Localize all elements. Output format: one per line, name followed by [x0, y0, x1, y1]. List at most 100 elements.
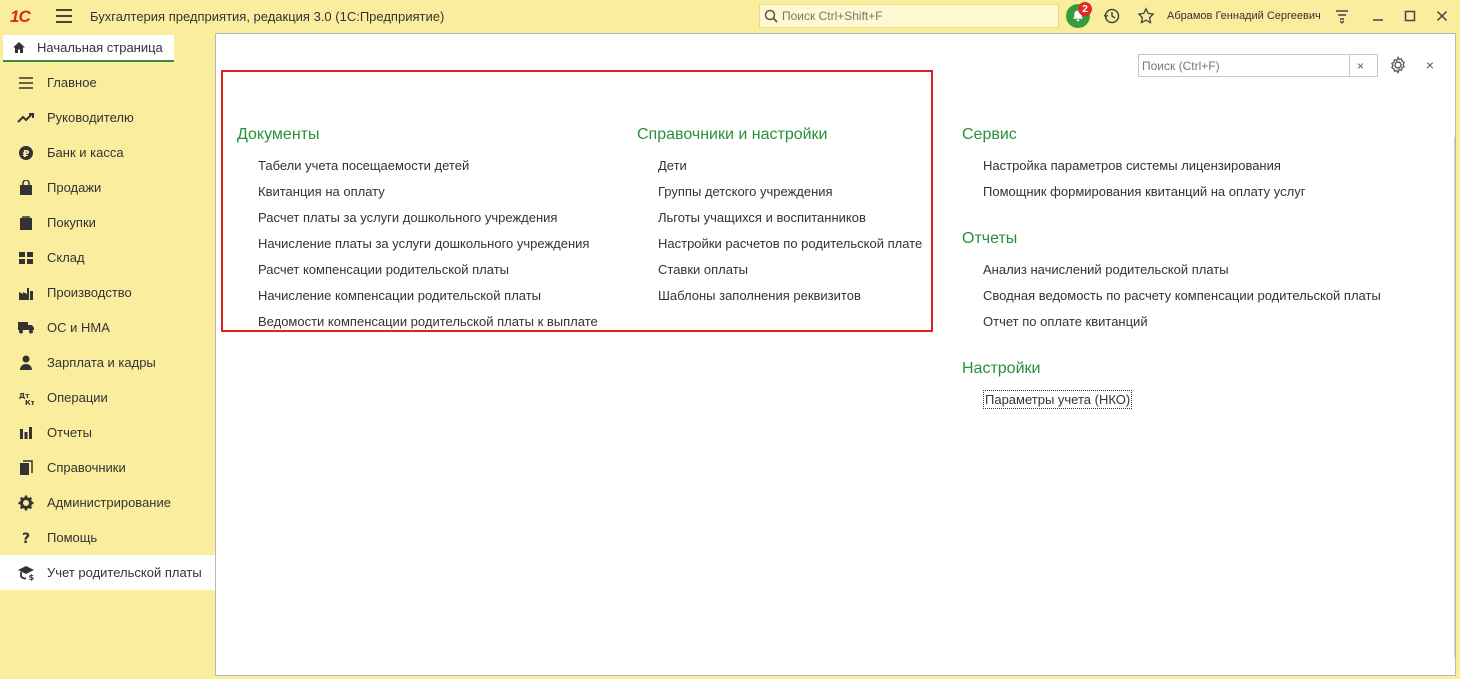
- graduation-cap-icon: $: [16, 563, 36, 583]
- tab-home-label: Начальная страница: [37, 40, 163, 55]
- list-item[interactable]: Параметры учета (НКО): [983, 387, 1133, 413]
- scrollbar-track[interactable]: [1454, 137, 1455, 657]
- sidebar-item-bank[interactable]: ₽ Банк и касса: [0, 135, 215, 170]
- sidebar-item-operations[interactable]: Дт Кт Операции: [0, 380, 215, 415]
- trend-up-icon: [16, 108, 36, 128]
- sidebar-item-sales[interactable]: Продажи: [0, 170, 215, 205]
- sidebar-item-parental-fee[interactable]: $ Учет родительской платы: [0, 555, 215, 590]
- sidebar-item-label: ОС и НМА: [47, 320, 110, 335]
- main-menu-icon[interactable]: [56, 9, 72, 23]
- list-item[interactable]: Начисление платы за услуги дошкольного у…: [258, 231, 598, 257]
- notifications-count-badge: 2: [1078, 2, 1092, 16]
- user-name[interactable]: Абрамов Геннадий Сергеевич: [1167, 10, 1321, 22]
- sidebar-item-purchases[interactable]: Покупки: [0, 205, 215, 240]
- list-item-label: Параметры учета (НКО): [983, 390, 1133, 409]
- warehouse-grid-icon: [16, 248, 36, 268]
- panel-search-input[interactable]: [1139, 58, 1349, 73]
- sidebar-item-production[interactable]: Производство: [0, 275, 215, 310]
- list-item[interactable]: Группы детского учреждения: [658, 179, 922, 205]
- tab-home[interactable]: Начальная страница: [3, 35, 174, 62]
- list-item[interactable]: Ведомости компенсации родительской платы…: [258, 309, 598, 335]
- sidebar-item-label: Операции: [47, 390, 108, 405]
- list-item[interactable]: Расчет компенсации родительской платы: [258, 257, 598, 283]
- person-icon: [16, 353, 36, 373]
- section-service: Сервис Настройка параметров системы лице…: [962, 122, 1305, 205]
- list-item[interactable]: Шаблоны заполнения реквизитов: [658, 283, 922, 309]
- sidebar-item-director[interactable]: Руководителю: [0, 100, 215, 135]
- svg-text:₽: ₽: [23, 149, 30, 160]
- list-item[interactable]: Табели учета посещаемости детей: [258, 153, 598, 179]
- menu-lines-icon: [16, 73, 36, 93]
- sidebar-item-label: Помощь: [47, 530, 98, 545]
- list-item[interactable]: Льготы учащихся и воспитанников: [658, 205, 922, 231]
- sidebar-item-reports[interactable]: Отчеты: [0, 415, 215, 450]
- sidebar-item-label: Руководителю: [47, 110, 134, 125]
- sidebar-item-catalogs[interactable]: Справочники: [0, 450, 215, 485]
- section-title: Документы: [237, 126, 320, 143]
- sidebar-item-admin[interactable]: Администрирование: [0, 485, 215, 520]
- ruble-coin-icon: ₽: [16, 143, 36, 163]
- sidebar-item-label: Банк и касса: [47, 145, 124, 160]
- list-item[interactable]: Настройки расчетов по родительской плате: [658, 231, 922, 257]
- sidebar-item-label: Главное: [47, 75, 97, 90]
- app-title: Бухгалтерия предприятия, редакция 3.0 (1…: [90, 9, 445, 24]
- factory-icon: [16, 283, 36, 303]
- sidebar-item-label: Администрирование: [47, 495, 171, 510]
- list-item[interactable]: Начисление компенсации родительской плат…: [258, 283, 598, 309]
- panel-search[interactable]: ×: [1138, 54, 1378, 77]
- history-icon[interactable]: [1102, 6, 1122, 26]
- section-reports: Отчеты Анализ начислений родительской пл…: [962, 226, 1381, 335]
- list-item[interactable]: Анализ начислений родительской платы: [983, 257, 1381, 283]
- sidebar-item-label: Покупки: [47, 215, 96, 230]
- clear-search-icon[interactable]: ×: [1349, 55, 1371, 76]
- shopping-bag-icon: [16, 178, 36, 198]
- section-settings: Настройки Параметры учета (НКО): [962, 356, 1133, 413]
- panel-close-icon[interactable]: ×: [1421, 56, 1439, 74]
- title-bar: 1С Бухгалтерия предприятия, редакция 3.0…: [0, 0, 1460, 33]
- global-search[interactable]: [759, 4, 1059, 28]
- tab-bar: Начальная страница: [0, 33, 215, 63]
- app-logo: 1С: [10, 7, 31, 26]
- sidebar-item-warehouse[interactable]: Склад: [0, 240, 215, 275]
- sidebar-item-label: Производство: [47, 285, 132, 300]
- list-item[interactable]: Ставки оплаты: [658, 257, 922, 283]
- list-item[interactable]: Расчет платы за услуги дошкольного учреж…: [258, 205, 598, 231]
- sidebar-item-label: Справочники: [47, 460, 126, 475]
- sidebar-item-assets[interactable]: ОС и НМА: [0, 310, 215, 345]
- sidebar: Главное Руководителю ₽ Банк и касса Прод…: [0, 65, 215, 679]
- global-search-input[interactable]: [782, 9, 1042, 23]
- minimize-icon[interactable]: [1368, 6, 1388, 26]
- list-item[interactable]: Сводная ведомость по расчету компенсации…: [983, 283, 1381, 309]
- truck-icon: [16, 318, 36, 338]
- panel-settings-gear-icon[interactable]: [1388, 55, 1408, 75]
- list-item[interactable]: Настройка параметров системы лицензирова…: [983, 153, 1305, 179]
- section-title: Сервис: [962, 126, 1017, 143]
- books-icon: [16, 458, 36, 478]
- sidebar-item-label: Учет родительской платы: [47, 565, 202, 580]
- sidebar-item-label: Склад: [47, 250, 85, 265]
- section-title: Настройки: [962, 360, 1041, 377]
- svg-text:Кт: Кт: [25, 399, 34, 406]
- bar-chart-icon: [16, 423, 36, 443]
- dt-kt-icon: Дт Кт: [16, 388, 36, 408]
- window-close-icon[interactable]: [1432, 6, 1452, 26]
- list-item[interactable]: Дети: [658, 153, 922, 179]
- gear-icon: [16, 493, 36, 513]
- list-item[interactable]: Помощник формирования квитанций на оплат…: [983, 179, 1305, 205]
- svg-text:?: ?: [22, 531, 30, 546]
- home-icon: [11, 40, 27, 56]
- list-item[interactable]: Отчет по оплате квитанций: [983, 309, 1381, 335]
- sidebar-item-salary[interactable]: Зарплата и кадры: [0, 345, 215, 380]
- section-title: Справочники и настройки: [637, 126, 828, 143]
- sidebar-item-help[interactable]: ? Помощь: [0, 520, 215, 555]
- section-documents: Документы Табели учета посещаемости дете…: [237, 122, 598, 335]
- settings-menu-icon[interactable]: [1332, 6, 1352, 26]
- maximize-icon[interactable]: [1400, 6, 1420, 26]
- sidebar-item-label: Продажи: [47, 180, 102, 195]
- favorites-star-icon[interactable]: [1136, 6, 1156, 26]
- sidebar-item-label: Зарплата и кадры: [47, 355, 156, 370]
- list-item[interactable]: Квитанция на оплату: [258, 179, 598, 205]
- section-catalogs: Справочники и настройки Дети Группы детс…: [637, 122, 922, 309]
- sidebar-item-main[interactable]: Главное: [0, 65, 215, 100]
- question-icon: ?: [16, 528, 36, 548]
